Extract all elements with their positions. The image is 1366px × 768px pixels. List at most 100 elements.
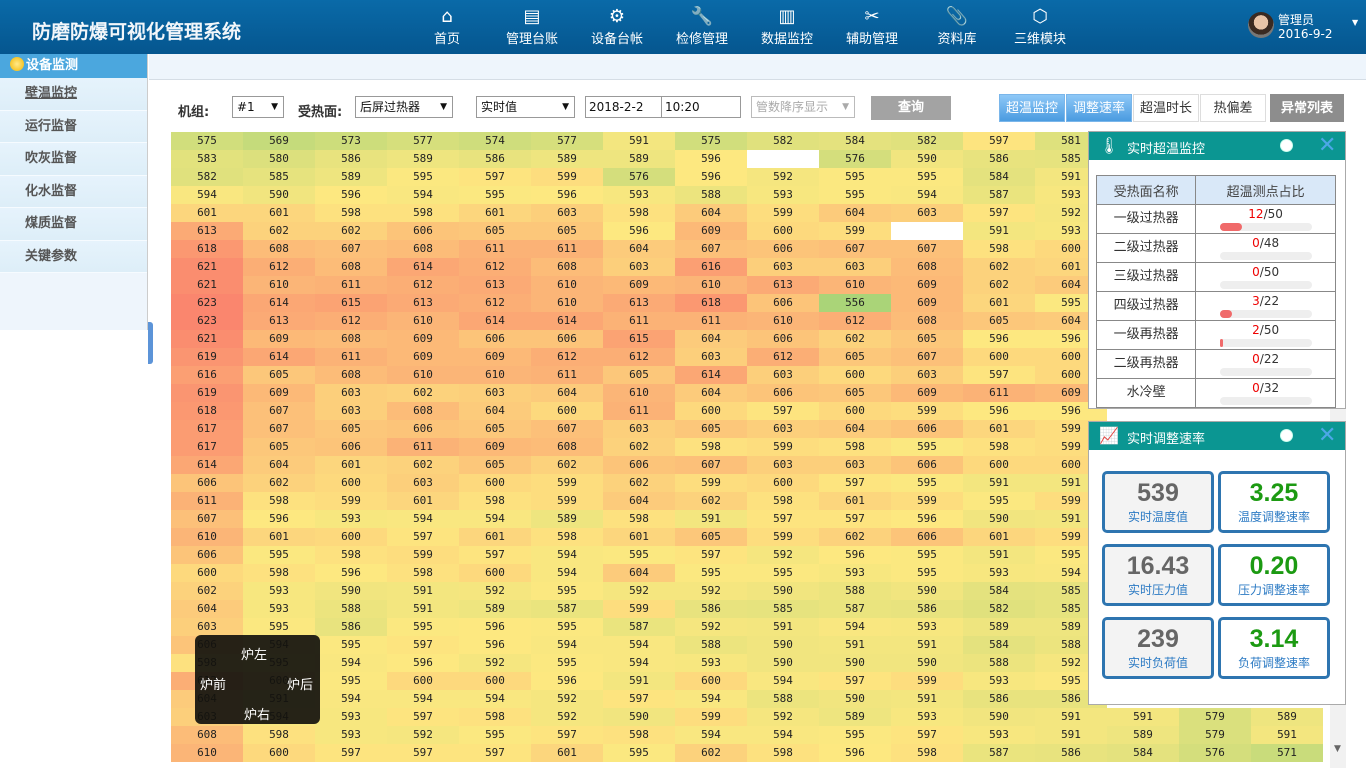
grid-cell[interactable]: 609 xyxy=(603,276,675,294)
grid-cell[interactable]: 613 xyxy=(387,294,459,312)
grid-cell[interactable]: 602 xyxy=(387,384,459,402)
grid-cell[interactable]: 603 xyxy=(819,258,891,276)
grid-cell[interactable]: 597 xyxy=(963,204,1035,222)
grid-cell[interactable]: 603 xyxy=(747,456,819,474)
grid-cell[interactable]: 602 xyxy=(603,438,675,456)
grid-cell[interactable]: 621 xyxy=(171,330,243,348)
grid-cell[interactable]: 591 xyxy=(1035,708,1107,726)
grid-cell[interactable]: 601 xyxy=(243,204,315,222)
grid-cell[interactable]: 593 xyxy=(243,600,315,618)
query-button[interactable]: 查询 xyxy=(871,96,951,120)
pin-dot-icon[interactable] xyxy=(1281,430,1292,441)
grid-cell[interactable]: 591 xyxy=(1035,726,1107,744)
grid-cell[interactable]: 606 xyxy=(387,222,459,240)
grid-cell[interactable]: 611 xyxy=(387,438,459,456)
grid-cell[interactable]: 602 xyxy=(315,222,387,240)
grid-cell[interactable]: 610 xyxy=(387,312,459,330)
grid-cell[interactable]: 603 xyxy=(387,474,459,492)
grid-cell[interactable]: 590 xyxy=(819,690,891,708)
grid-cell[interactable]: 598 xyxy=(603,726,675,744)
grid-cell[interactable]: 591 xyxy=(819,636,891,654)
grid-cell[interactable]: 600 xyxy=(819,402,891,420)
panel-header[interactable]: 📈 实时调整速率 ✕ xyxy=(1089,422,1345,450)
grid-cell[interactable]: 606 xyxy=(531,330,603,348)
grid-cell[interactable]: 612 xyxy=(819,312,891,330)
grid-cell[interactable]: 595 xyxy=(819,168,891,186)
close-icon[interactable]: ✕ xyxy=(1318,423,1336,448)
grid-cell[interactable]: 606 xyxy=(891,528,963,546)
grid-cell[interactable]: 593 xyxy=(603,186,675,204)
grid-cell[interactable]: 610 xyxy=(171,744,243,762)
grid-cell[interactable]: 591 xyxy=(891,690,963,708)
sidebar-item-3[interactable]: 化水监督 xyxy=(0,175,147,208)
grid-cell[interactable]: 595 xyxy=(891,438,963,456)
grid-cell[interactable]: 600 xyxy=(675,402,747,420)
tab-3[interactable]: 热偏差 xyxy=(1200,94,1266,122)
grid-cell[interactable]: 595 xyxy=(387,168,459,186)
grid-cell[interactable]: 604 xyxy=(675,204,747,222)
grid-cell[interactable]: 602 xyxy=(675,492,747,510)
grid-cell[interactable]: 606 xyxy=(747,384,819,402)
grid-cell[interactable]: 598 xyxy=(891,744,963,762)
grid-cell[interactable]: 593 xyxy=(891,708,963,726)
grid-cell[interactable]: 590 xyxy=(603,708,675,726)
grid-cell[interactable]: 591 xyxy=(675,510,747,528)
grid-cell[interactable]: 595 xyxy=(531,582,603,600)
grid-cell[interactable]: 598 xyxy=(243,726,315,744)
grid-cell[interactable]: 594 xyxy=(459,690,531,708)
grid-cell[interactable]: 595 xyxy=(603,744,675,762)
grid-cell[interactable]: 590 xyxy=(747,636,819,654)
grid-cell[interactable]: 611 xyxy=(675,312,747,330)
pin-dot-icon[interactable] xyxy=(1281,140,1292,151)
grid-cell[interactable]: 613 xyxy=(171,222,243,240)
grid-cell[interactable]: 588 xyxy=(675,636,747,654)
grid-cell[interactable]: 596 xyxy=(531,186,603,204)
grid-cell[interactable]: 600 xyxy=(171,564,243,582)
grid-cell[interactable]: 598 xyxy=(459,708,531,726)
grid-cell[interactable]: 610 xyxy=(675,276,747,294)
grid-cell[interactable]: 595 xyxy=(891,168,963,186)
grid-cell[interactable]: 592 xyxy=(531,708,603,726)
grid-cell[interactable]: 591 xyxy=(963,546,1035,564)
grid-cell[interactable]: 584 xyxy=(963,582,1035,600)
sidebar-item-0[interactable]: 壁温监控 xyxy=(0,78,147,111)
grid-cell[interactable]: 603 xyxy=(891,204,963,222)
grid-cell[interactable]: 598 xyxy=(747,492,819,510)
grid-cell[interactable]: 614 xyxy=(243,294,315,312)
grid-cell[interactable]: 607 xyxy=(819,240,891,258)
grid-cell[interactable] xyxy=(747,150,819,168)
nav-item-1[interactable]: ▤ 管理台账 xyxy=(490,0,574,54)
sidebar-item-5[interactable]: 关键参数 xyxy=(0,240,147,273)
grid-cell[interactable]: 593 xyxy=(315,708,387,726)
grid-cell[interactable]: 610 xyxy=(603,384,675,402)
grid-cell[interactable]: 603 xyxy=(315,402,387,420)
grid-cell[interactable]: 594 xyxy=(387,186,459,204)
grid-cell[interactable]: 598 xyxy=(675,438,747,456)
grid-cell[interactable]: 592 xyxy=(459,654,531,672)
grid-cell[interactable]: 605 xyxy=(531,222,603,240)
grid-cell[interactable]: 595 xyxy=(603,546,675,564)
grid-cell[interactable]: 611 xyxy=(171,492,243,510)
grid-cell[interactable]: 609 xyxy=(459,348,531,366)
nav-item-5[interactable]: ✂ 辅助管理 xyxy=(830,0,914,54)
grid-cell[interactable]: 596 xyxy=(531,672,603,690)
grid-cell[interactable]: 612 xyxy=(531,348,603,366)
grid-cell[interactable]: 618 xyxy=(675,294,747,312)
grid-cell[interactable]: 597 xyxy=(819,474,891,492)
nav-item-2[interactable]: ⚙ 设备台帐 xyxy=(575,0,659,54)
grid-cell[interactable]: 583 xyxy=(171,150,243,168)
grid-cell[interactable]: 603 xyxy=(747,258,819,276)
grid-cell[interactable]: 608 xyxy=(315,330,387,348)
grid-cell[interactable]: 594 xyxy=(459,510,531,528)
grid-cell[interactable]: 596 xyxy=(819,744,891,762)
grid-cell[interactable]: 604 xyxy=(819,420,891,438)
grid-cell[interactable]: 599 xyxy=(603,600,675,618)
grid-cell[interactable]: 592 xyxy=(747,708,819,726)
grid-cell[interactable]: 600 xyxy=(459,672,531,690)
grid-cell[interactable]: 602 xyxy=(171,582,243,600)
grid-cell[interactable]: 579 xyxy=(1179,726,1251,744)
grid-cell[interactable]: 599 xyxy=(747,204,819,222)
grid-cell[interactable]: 602 xyxy=(819,528,891,546)
grid-cell[interactable]: 597 xyxy=(459,168,531,186)
grid-cell[interactable]: 602 xyxy=(819,330,891,348)
